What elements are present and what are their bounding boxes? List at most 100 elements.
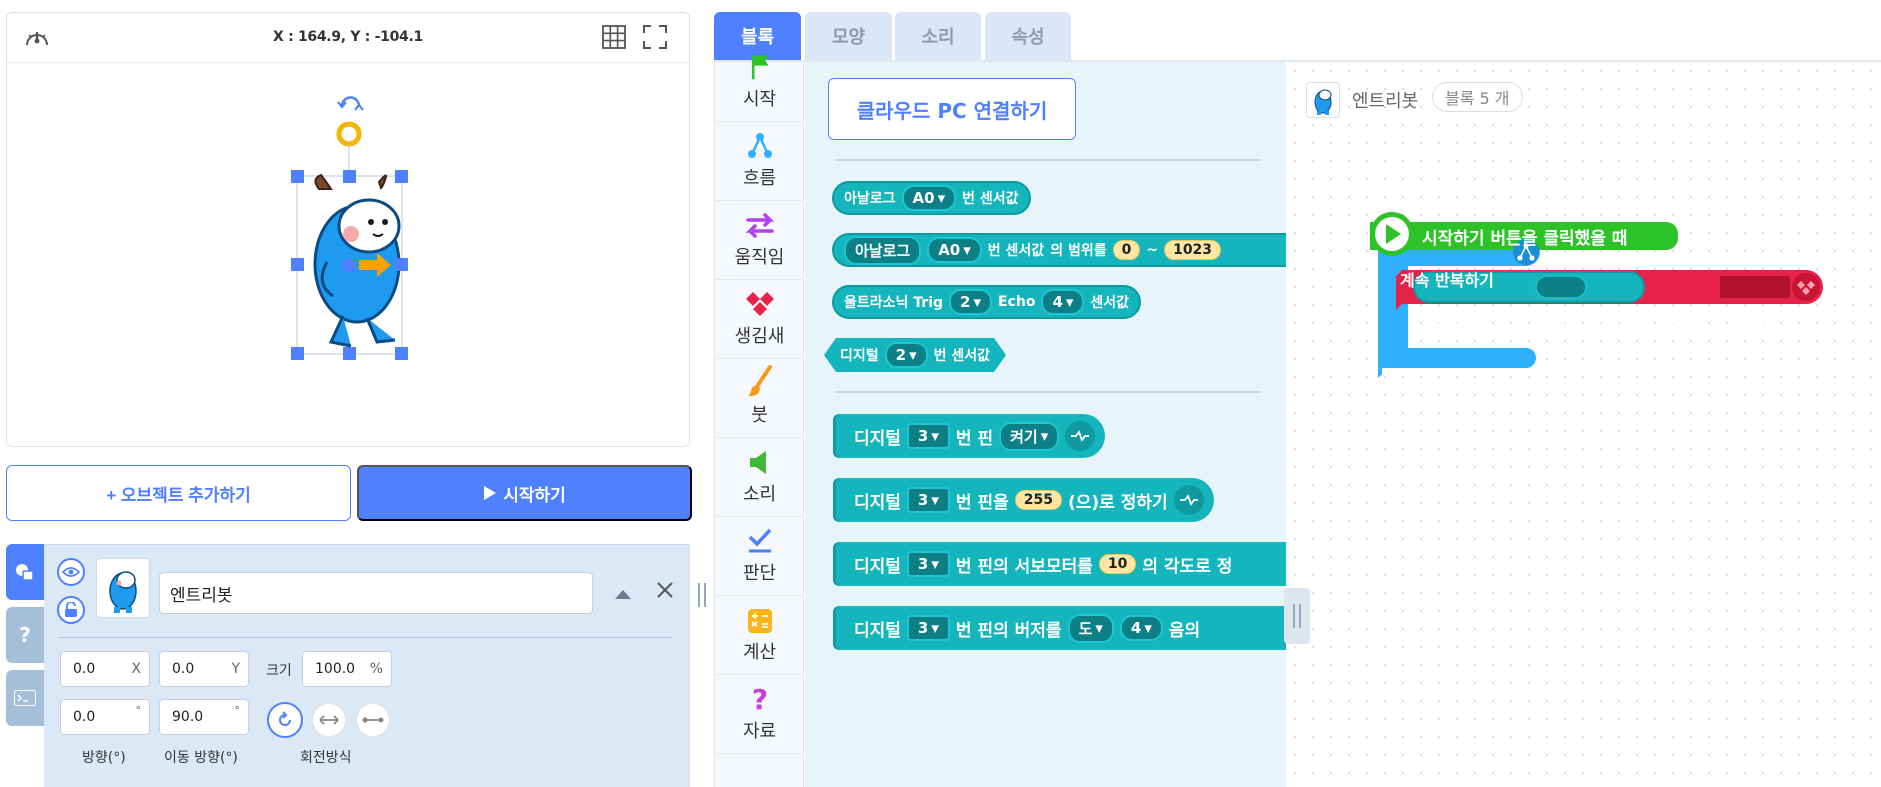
category-sound[interactable]: 소리 <box>715 438 804 517</box>
number-input[interactable]: 10 <box>1098 554 1137 574</box>
number-input[interactable]: 1023 <box>1164 240 1222 260</box>
dropdown-say[interactable] <box>1720 276 1790 298</box>
eye-icon <box>62 567 80 577</box>
block-buzzer[interactable]: 디지털 3 ▾ 번 핀의 버저를 도 ▾ 4 ▾ 음의 <box>833 606 1286 650</box>
analog-text: 아날로그 <box>1430 313 1482 329</box>
x-position-field[interactable]: 0.0 X <box>60 651 150 687</box>
hardware-icon <box>1173 485 1204 515</box>
visibility-toggle[interactable] <box>57 558 85 586</box>
category-start[interactable]: 시작 <box>715 52 804 122</box>
direction-field[interactable]: 0.0 ° <box>60 699 150 735</box>
particle-text: 을(를) <box>1664 314 1709 333</box>
block-digital-sensor[interactable]: 디지털 2 ▾ 번 센서값 <box>824 338 1006 372</box>
direction-degree: ° <box>135 704 142 717</box>
category-data[interactable]: ? 자료 <box>715 675 804 754</box>
close-icon[interactable] <box>656 581 674 603</box>
dropdown-trig[interactable]: 2 ▾ <box>949 289 992 315</box>
dropdown-pin[interactable]: 2 ▾ <box>885 342 928 368</box>
block-digital-pin-on[interactable]: 디지털 3 ▾ 번 핀 켜기 ▾ <box>833 414 1106 458</box>
cloud-pc-connect-button[interactable]: 클라우드 PC 연결하기 <box>828 78 1076 140</box>
objects-icon <box>16 564 34 581</box>
tab-console[interactable] <box>6 670 44 726</box>
dropdown-value: A0 <box>1545 310 1568 328</box>
dropdown-note[interactable]: 도 ▾ <box>1067 613 1114 643</box>
dropdown-pin[interactable]: A0 ▾ <box>927 237 982 263</box>
object-name-input[interactable]: 엔트리봇 <box>159 572 593 614</box>
script-workspace[interactable]: 엔트리봇 블록 5 개 시작하기 버튼을 클릭했을 때 계속 반복하기 아날로그… <box>1286 62 1881 787</box>
x-unit: X <box>131 661 141 677</box>
palette-resize-handle[interactable] <box>1284 588 1310 644</box>
entrybot-sprite[interactable] <box>7 64 689 446</box>
tab-shape[interactable]: 모양 <box>805 12 892 60</box>
workspace-object-name: 엔트리봇 <box>1352 91 1419 112</box>
category-label: 계산 <box>742 642 777 663</box>
tab-sound[interactable]: 소리 <box>895 12 981 60</box>
grid-icon[interactable] <box>601 24 627 50</box>
add-object-button[interactable]: + 오브젝트 추가하기 <box>6 465 351 521</box>
category-looks[interactable]: 생김새 <box>715 280 804 359</box>
panel-split-handle[interactable] <box>695 580 709 610</box>
direction-value: 0.0 <box>73 709 96 725</box>
dropdown-state[interactable]: 켜기 ▾ <box>999 421 1060 451</box>
entrybot-icon <box>1314 89 1332 115</box>
dropdown-pin[interactable] <box>1535 275 1587 299</box>
dropdown-pin[interactable]: 3 ▾ <box>906 423 950 449</box>
category-label: 시작 <box>742 89 777 110</box>
start-button[interactable]: 시작하기 <box>357 465 692 521</box>
block-digital-pin-pwm[interactable]: 디지털 3 ▾ 번 핀을 255 (으)로 정하기 <box>833 478 1214 522</box>
tab-attribute[interactable]: 속성 <box>985 12 1071 60</box>
dropdown-value: 도 <box>1078 619 1093 638</box>
block-text: 디지털 <box>854 620 901 641</box>
tab-objects[interactable] <box>6 544 44 600</box>
stage-canvas[interactable] <box>7 64 689 446</box>
fullscreen-icon[interactable] <box>642 24 668 50</box>
block-ultrasonic[interactable]: 울트라소닉 Trig 2 ▾ Echo 4 ▾ 센서값 <box>832 285 1142 319</box>
block-text: 번 센서값 <box>933 348 991 364</box>
rotate-horizontal-button[interactable] <box>311 702 347 738</box>
dropdown-pin[interactable]: 3 ▾ <box>906 551 950 577</box>
block-text: 번 핀을 <box>955 492 1009 513</box>
say-dropdown-text: 말하기 ▾ <box>1726 314 1777 330</box>
arrow-fixed-icon <box>362 717 384 723</box>
size-unit: % <box>369 661 383 677</box>
sensor-value-text: 번 센서값 <box>1596 313 1653 329</box>
motion-icon <box>745 213 774 238</box>
stage-coordinates: X : 164.9, Y : -104.1 <box>273 29 423 45</box>
lock-toggle[interactable] <box>57 596 85 624</box>
x-value: 0.0 <box>73 661 96 677</box>
block-analog-sensor[interactable]: 아날로그 A0 ▾ 번 센서값 <box>832 181 1031 215</box>
dropdown-value: A0 <box>912 189 935 207</box>
dropdown-echo[interactable]: 4 ▾ <box>1041 289 1085 315</box>
category-label: 판단 <box>742 563 777 584</box>
dropdown-octave[interactable]: 4 ▾ <box>1119 615 1163 641</box>
move-direction-field[interactable]: 90.0 ° <box>159 699 249 735</box>
tab-help[interactable]: ? <box>6 607 44 663</box>
number-input[interactable]: 0 <box>1112 240 1141 260</box>
dropdown-pin[interactable]: A0 ▾ <box>901 185 957 211</box>
category-brush[interactable]: 붓 <box>715 359 804 438</box>
rotate-free-button[interactable] <box>267 702 303 738</box>
dropdown-pin[interactable]: 3 ▾ <box>906 615 950 641</box>
svg-text:?: ? <box>751 685 767 713</box>
size-label: 크기 <box>266 663 292 679</box>
block-servo[interactable]: 디지털 3 ▾ 번 핀의 서보모터를 10 의 각도로 정 <box>833 542 1286 586</box>
category-judgement[interactable]: 판단 <box>715 517 804 596</box>
y-position-field[interactable]: 0.0 Y <box>159 651 249 687</box>
block-analog-range[interactable]: 아날로그 A0 ▾ 번 센서값 의 범위를 0 ~ 1023 <box>832 233 1286 267</box>
size-field[interactable]: 100.0% <box>302 651 392 687</box>
unlock-icon <box>65 602 77 617</box>
hardware-icon <box>1065 421 1096 451</box>
category-label: 생김새 <box>734 326 785 347</box>
block-text: 의 각도로 정 <box>1142 556 1233 577</box>
block-count-badge: 블록 5 개 <box>1432 82 1523 112</box>
collapse-icon[interactable] <box>614 585 632 604</box>
category-motion[interactable]: 움직임 <box>715 201 804 280</box>
check-icon <box>748 528 771 553</box>
category-calculation[interactable]: 계산 <box>715 596 804 675</box>
number-input[interactable]: 255 <box>1014 490 1062 510</box>
category-flow[interactable]: 흐름 <box>715 122 804 201</box>
dropdown-pin[interactable]: 3 ▾ <box>906 487 950 513</box>
rotate-none-button[interactable] <box>355 702 391 738</box>
move-direction-value: 90.0 <box>172 709 204 725</box>
object-thumbnail[interactable] <box>96 558 150 618</box>
